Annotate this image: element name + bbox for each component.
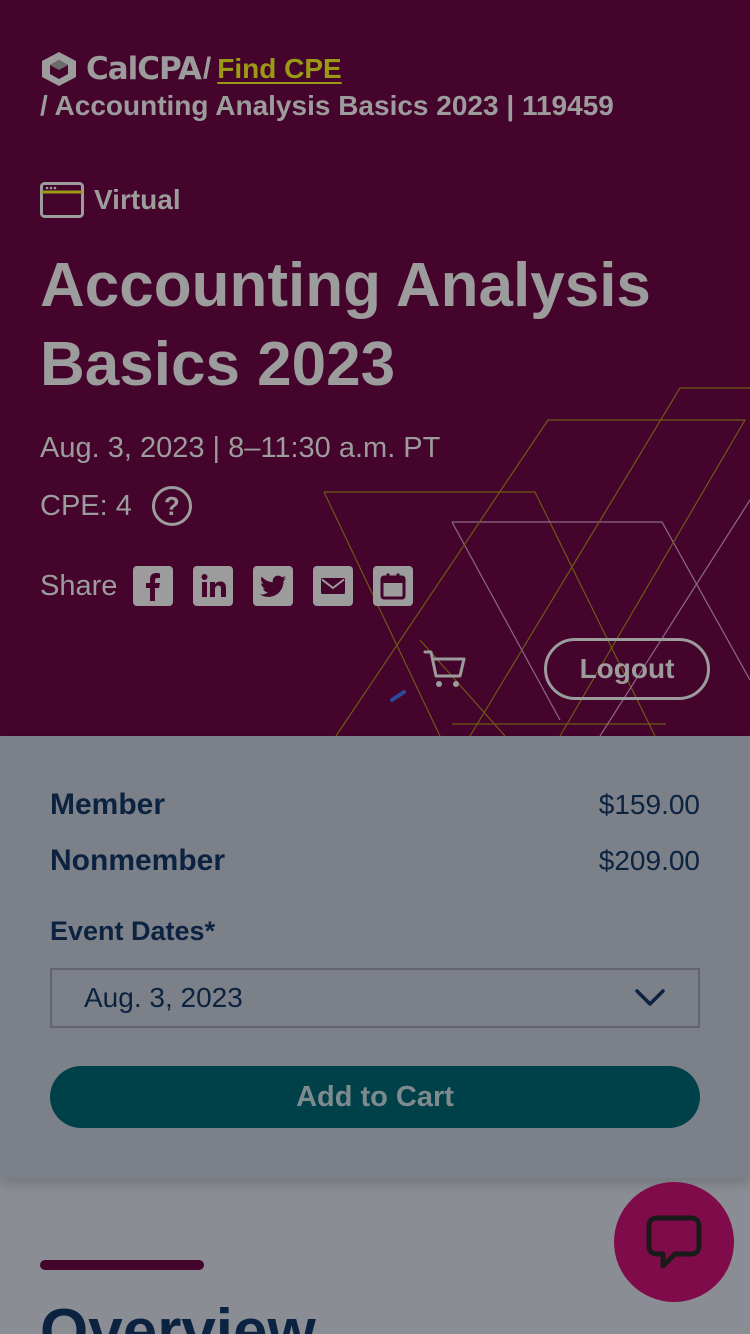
event-dates-selected: Aug. 3, 2023 — [84, 982, 243, 1013]
cart-icon[interactable] — [422, 648, 468, 692]
add-to-cart-button[interactable]: Add to Cart — [50, 1066, 700, 1128]
linkedin-icon[interactable] — [193, 566, 234, 606]
logout-button[interactable]: Logout — [544, 638, 710, 700]
calcpa-logo-text[interactable]: CalCPA — [86, 51, 202, 87]
email-icon[interactable] — [313, 566, 354, 606]
event-dates-select[interactable]: Aug. 3, 2023 — [50, 968, 700, 1028]
event-date-time: Aug. 3, 2023 | 8–11:30 a.m. PT — [40, 432, 441, 464]
breadcrumb-find-cpe-link[interactable]: Find CPE — [217, 53, 341, 85]
chat-bubble-icon — [646, 1215, 702, 1269]
nonmember-label: Nonmember — [50, 844, 226, 877]
chevron-down-icon — [635, 989, 665, 1006]
twitter-icon[interactable] — [253, 566, 294, 606]
overview-heading: Overview — [40, 1297, 316, 1334]
member-price: $159.00 — [598, 789, 700, 820]
overview-accent-bar — [40, 1260, 204, 1270]
nonmember-price-row: Nonmember $209.00 — [50, 844, 700, 878]
member-label: Member — [50, 788, 166, 821]
cpe-credits: CPE: 4 — [40, 489, 132, 522]
event-dates-label: Event Dates* — [50, 916, 216, 946]
nonmember-price: $209.00 — [598, 845, 700, 876]
breadcrumb-separator: / — [202, 52, 212, 85]
calcpa-logo-icon — [42, 52, 76, 86]
browser-window-icon — [40, 182, 84, 218]
facebook-icon[interactable] — [133, 566, 174, 606]
breadcrumb-current: / Accounting Analysis Basics 2023 | 1194… — [40, 90, 614, 121]
chat-button[interactable] — [614, 1182, 734, 1302]
share-label: Share — [40, 569, 118, 602]
breadcrumb: CalCPA / Find CPE — [40, 50, 342, 88]
member-price-row: Member $159.00 — [50, 788, 700, 822]
virtual-label: Virtual — [94, 184, 181, 215]
event-format: Virtual — [40, 182, 181, 218]
help-icon[interactable]: ? — [151, 486, 192, 526]
cpe-row: CPE: 4 ? — [40, 486, 192, 526]
purchase-panel: Member $159.00 Nonmember $209.00 Event D… — [0, 736, 750, 1178]
event-title: Accounting Analysis Basics 2023 — [40, 251, 651, 399]
share-row: Share — [40, 566, 433, 606]
calendar-icon[interactable] — [373, 566, 414, 606]
edit-icon — [390, 690, 406, 702]
event-hero: CalCPA / Find CPE / Accounting Analysis … — [0, 0, 750, 736]
